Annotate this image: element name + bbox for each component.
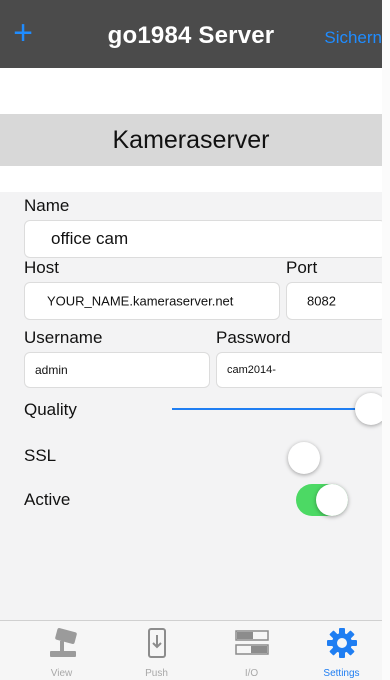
phone-icon [147,628,166,658]
tab-label: View [50,668,73,679]
host-label: Host [24,258,59,277]
active-toggle[interactable] [296,484,348,516]
settings-screen: + go1984 Server Sichern Kameraserver Nam… [0,0,382,680]
tab-view[interactable]: View [14,621,109,680]
port-field[interactable]: 8082 [286,282,382,320]
blank-row [0,68,382,114]
tab-io[interactable]: I/O [204,621,299,680]
username-field[interactable]: admin [24,352,210,388]
name-label: Name [24,196,70,215]
password-label: Password [216,328,291,347]
username-label: Username [24,328,103,347]
camera-icon [49,628,77,657]
ssl-label: SSL [24,446,57,465]
tab-settings[interactable]: Settings [294,621,382,680]
section-header: Kameraserver [0,114,382,166]
save-button[interactable]: Sichern [324,28,382,48]
name-field[interactable]: office cam [24,220,382,258]
password-value: cam2014- [227,364,276,376]
section-title: Kameraserver [112,126,270,154]
name-value: office cam [51,229,129,248]
tab-bar: View Push I/O Settings [0,620,382,680]
gear-icon [326,628,357,658]
ssl-toggle[interactable] [288,442,340,474]
blank-row [0,166,382,192]
password-field[interactable]: cam2014- [216,352,382,388]
tab-push[interactable]: Push [109,621,204,680]
io-switch-icon [234,630,269,655]
quality-slider-track[interactable] [172,408,372,410]
username-value: admin [35,363,68,377]
toggle-knob [288,442,320,474]
tab-label: I/O [244,668,259,679]
host-value: YOUR_NAME.kameraserver.net [47,293,234,309]
tab-label: Push [145,668,168,679]
quality-slider-thumb[interactable] [355,393,382,425]
port-label: Port [286,258,318,277]
tab-label: Settings [323,668,360,679]
toggle-knob [316,484,348,516]
host-field[interactable]: YOUR_NAME.kameraserver.net [24,282,280,320]
quality-label: Quality [24,400,77,419]
screen-edge [382,0,390,680]
active-label: Active [24,490,71,509]
port-value: 8082 [307,293,336,309]
navigation-bar: + go1984 Server Sichern [0,0,382,68]
